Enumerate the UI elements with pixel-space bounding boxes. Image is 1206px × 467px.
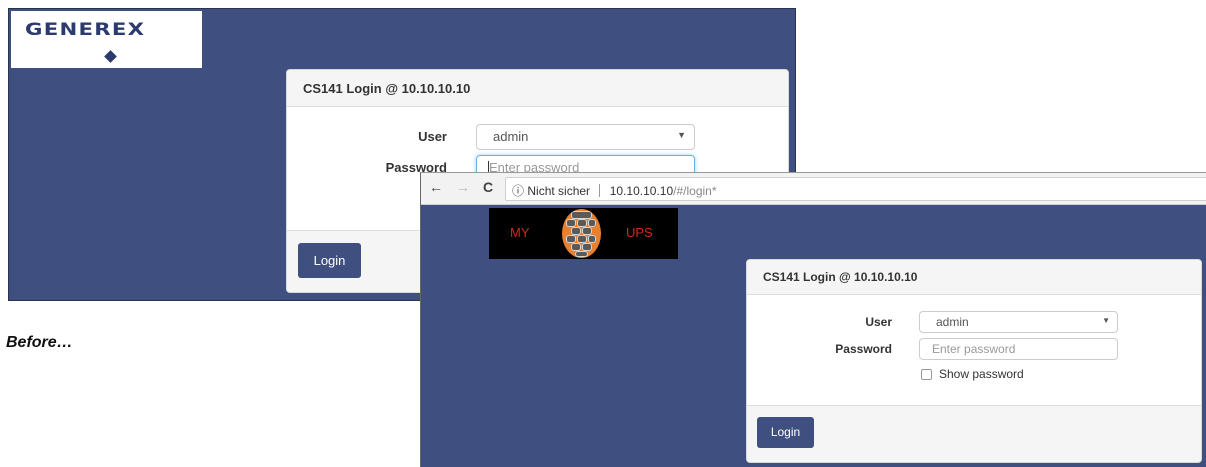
url-host: 10.10.10.10 (609, 184, 674, 198)
after-screenshot: ← → C ⓘ Nicht sicher 10.10.10.10/#/login… (420, 172, 1206, 467)
diamond-icon (104, 50, 117, 63)
show-password-label[interactable]: Show password (939, 367, 1024, 381)
info-icon[interactable]: ⓘ (512, 184, 524, 198)
address-divider (599, 184, 601, 197)
back-arrow-icon[interactable]: ← (429, 179, 443, 195)
user-label: User (865, 315, 892, 329)
user-select[interactable]: admin ▼ (476, 124, 695, 150)
user-select[interactable]: admin ▼ (919, 311, 1118, 333)
login-button[interactable]: Login (298, 243, 361, 278)
login-title: CS141 Login @ 10.10.10.10 (287, 70, 788, 107)
login-title: CS141 Login @ 10.10.10.10 (747, 260, 1201, 295)
my-ups-logo: MY UPS (489, 208, 678, 259)
caret-down-icon: ▼ (677, 130, 686, 140)
caret-down-icon: ▼ (1102, 316, 1110, 325)
generex-logo-text: GENEREX (25, 20, 146, 40)
reload-icon[interactable]: C (483, 179, 493, 195)
user-label: User (418, 129, 447, 144)
honeycomb-emblem-icon (562, 209, 601, 258)
logo-my-text: MY (510, 225, 530, 240)
password-input[interactable]: Enter password (919, 338, 1118, 360)
login-footer: Login (747, 405, 1201, 462)
before-caption: Before… (6, 334, 73, 351)
security-status: Nicht sicher (527, 184, 591, 198)
user-select-value: admin (936, 315, 969, 329)
logo-ups-text: UPS (626, 225, 653, 240)
login-panel: CS141 Login @ 10.10.10.10 User admin ▼ P… (746, 259, 1202, 463)
browser-toolbar: ← → C ⓘ Nicht sicher 10.10.10.10/#/login… (421, 173, 1206, 205)
password-placeholder: Enter password (932, 342, 1016, 356)
login-button[interactable]: Login (757, 417, 814, 448)
show-password-checkbox[interactable] (921, 369, 932, 380)
user-select-value: admin (493, 129, 529, 144)
forward-arrow-icon[interactable]: → (456, 179, 470, 195)
url-path: /#/login* (673, 184, 717, 198)
address-bar[interactable]: ⓘ Nicht sicher 10.10.10.10/#/login* (505, 177, 1206, 201)
password-label: Password (835, 342, 892, 356)
generex-logo: GENEREX (11, 11, 202, 68)
